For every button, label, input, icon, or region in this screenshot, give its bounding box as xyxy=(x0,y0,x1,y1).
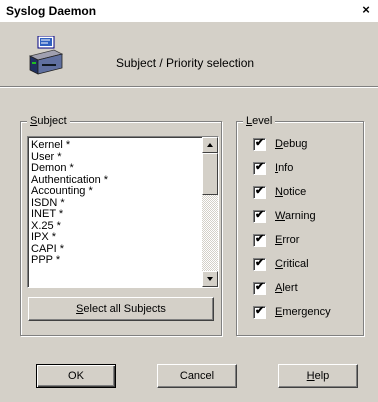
level-checkbox-label: Emergency xyxy=(275,306,331,318)
checkmark-icon: ✔ xyxy=(255,185,265,197)
subject-listbox[interactable]: Kernel * User * Demon * Authentication * Acc… xyxy=(27,136,219,288)
subject-list-item[interactable]: Demon * xyxy=(31,162,191,175)
level-group-label: Level xyxy=(243,114,276,128)
checkbox[interactable]: ✔ xyxy=(253,161,266,175)
subject-list-items: Kernel * User * Demon * Authentication * Acc… xyxy=(31,139,191,267)
checkmark-icon: ✔ xyxy=(255,257,265,269)
checkbox[interactable]: ✔ xyxy=(253,281,266,295)
help-button[interactable]: Help xyxy=(278,364,358,388)
level-checkbox-label: Debug xyxy=(275,138,308,150)
checkmark-icon: ✔ xyxy=(255,305,265,317)
level-checkbox-label: Notice xyxy=(275,186,307,198)
subject-list-item[interactable]: Kernel * xyxy=(31,139,191,152)
subject-scrollbar[interactable] xyxy=(202,137,218,287)
checkbox[interactable]: ✔ xyxy=(253,305,266,319)
scroll-thumb[interactable] xyxy=(202,153,218,195)
checkbox[interactable]: ✔ xyxy=(253,185,266,199)
computer-network-icon xyxy=(28,36,64,75)
level-checkbox-label: Critical xyxy=(275,258,309,270)
cancel-button[interactable]: Cancel xyxy=(157,364,237,388)
subject-list-item[interactable]: PPP * xyxy=(31,254,191,267)
subject-group-label: Subject xyxy=(27,114,70,128)
level-checkbox-label: Alert xyxy=(275,282,298,294)
checkmark-icon: ✔ xyxy=(255,281,265,293)
scroll-up-button[interactable] xyxy=(202,137,218,153)
checkbox[interactable]: ✔ xyxy=(253,233,266,247)
checkmark-icon: ✔ xyxy=(255,233,265,245)
title-bar[interactable]: Syslog Daemon × xyxy=(0,0,378,22)
header-separator xyxy=(0,86,378,88)
level-checkbox-label: Info xyxy=(275,162,294,174)
scroll-down-button[interactable] xyxy=(202,271,218,287)
select-all-subjects-button[interactable]: Select all Subjects xyxy=(28,297,214,321)
subject-list-item[interactable]: IPX * xyxy=(31,231,191,244)
subject-groupbox: Subject Kernel * User * Demon * Authenticat… xyxy=(20,114,222,336)
checkmark-icon: ✔ xyxy=(255,137,265,149)
subject-list-item[interactable]: Accounting * xyxy=(31,185,191,198)
level-groupbox: Level ✔ Debug ✔ Info ✔ Notice ✔ Warning ✔ Error ✔ C… xyxy=(236,114,364,336)
arrow-down-icon xyxy=(207,277,213,281)
checkbox[interactable]: ✔ xyxy=(253,209,266,223)
checkmark-icon: ✔ xyxy=(255,209,265,221)
checkmark-icon: ✔ xyxy=(255,161,265,173)
checkbox[interactable]: ✔ xyxy=(253,137,266,151)
ok-button[interactable]: OK xyxy=(36,364,116,388)
level-checkbox-label: Warning xyxy=(275,210,316,222)
header-text: Subject / Priority selection xyxy=(116,56,255,70)
syslog-daemon-dialog: Syslog Daemon × Subject / Priority selec… xyxy=(0,0,378,402)
checkbox[interactable]: ✔ xyxy=(253,257,266,271)
dialog-header: Subject / Priority selection xyxy=(0,22,378,86)
arrow-up-icon xyxy=(207,143,213,147)
window-title: Syslog Daemon xyxy=(6,4,97,18)
close-button[interactable]: × xyxy=(358,2,374,18)
level-checkbox-label: Error xyxy=(275,234,300,246)
subject-list-item[interactable]: INET * xyxy=(31,208,191,221)
